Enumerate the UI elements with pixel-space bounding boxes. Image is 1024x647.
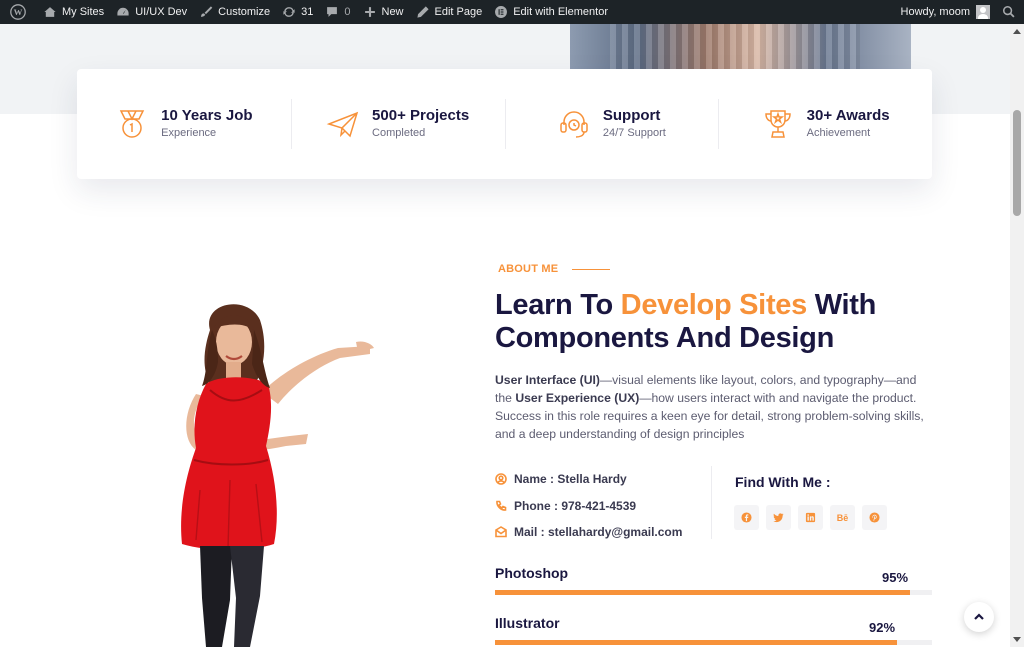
scroll-down-arrow[interactable] xyxy=(1013,637,1021,642)
stats-card: 10 Years Job Experience 500+ Projects Co… xyxy=(77,69,932,179)
ux-term: User Experience (UX) xyxy=(515,391,640,405)
my-sites-label: My Sites xyxy=(62,6,105,18)
skill-progress-track xyxy=(495,640,932,645)
edit-page-label: Edit Page xyxy=(434,6,483,18)
brush-icon xyxy=(201,6,213,17)
scroll-up-arrow[interactable] xyxy=(1013,29,1021,34)
admin-search-button[interactable] xyxy=(996,0,1024,24)
scrollbar-thumb[interactable] xyxy=(1013,110,1021,216)
avatar xyxy=(976,5,990,19)
facebook-icon xyxy=(741,512,752,523)
info-phone: Phone : 978-421-4539 xyxy=(514,498,637,513)
phone-icon xyxy=(496,500,507,511)
skill-progress-fill xyxy=(495,590,911,595)
stat-projects: 500+ Projects Completed xyxy=(290,99,505,149)
about-description: User Interface (UI)—visual elements like… xyxy=(495,371,935,443)
stat-subtitle: 24/7 Support xyxy=(602,127,666,139)
divider xyxy=(711,466,712,539)
stat-title: 500+ Projects xyxy=(372,107,470,124)
wordpress-logo-button[interactable]: W xyxy=(4,0,37,24)
new-content-button[interactable]: New xyxy=(357,0,410,24)
stat-title: Support xyxy=(602,107,661,124)
skill-percent: 92% xyxy=(869,620,896,635)
facebook-button[interactable] xyxy=(734,505,759,530)
site-name-menu[interactable]: UI/UX Dev xyxy=(110,0,193,24)
hero-photo xyxy=(570,24,911,69)
account-menu[interactable]: Howdy, moom xyxy=(895,0,996,24)
heading-part1: Learn To xyxy=(495,289,621,321)
stat-awards: 30+ Awards Achievement xyxy=(718,99,932,149)
customize-label: Customize xyxy=(218,6,271,18)
wordpress-icon: W xyxy=(10,4,26,20)
mail-icon xyxy=(495,526,507,538)
search-icon xyxy=(1002,5,1015,18)
my-sites-menu[interactable]: My Sites xyxy=(37,0,110,24)
info-name-row: Name : Stella Hardy xyxy=(495,466,705,493)
edit-elementor-label: Edit with Elementor xyxy=(513,6,608,18)
contact-info: Name : Stella Hardy Phone : 978-421-4539… xyxy=(495,466,705,546)
stat-subtitle: Experience xyxy=(161,127,217,139)
comment-icon xyxy=(327,7,338,17)
stat-experience: 10 Years Job Experience xyxy=(77,99,291,149)
comments-button[interactable]: 0 xyxy=(319,0,356,24)
linkedin-icon xyxy=(805,512,816,523)
ui-term: User Interface (UI) xyxy=(495,373,600,387)
stat-subtitle: Completed xyxy=(372,127,426,139)
stat-support: Support 24/7 Support xyxy=(504,99,719,149)
edit-elementor-button[interactable]: Edit with Elementor xyxy=(488,0,614,24)
updates-button[interactable]: 31 xyxy=(276,0,319,24)
stat-title: 10 Years Job xyxy=(161,107,253,124)
profile-photo xyxy=(181,304,374,647)
skill-illustrator: Illustrator 92% xyxy=(495,615,932,645)
paper-plane-icon xyxy=(326,107,360,141)
sites-icon xyxy=(44,7,56,17)
skill-photoshop: Photoshop 95% xyxy=(495,565,932,595)
admin-bar: W My Sites UI/UX Dev Customize 31 0 New … xyxy=(0,0,1024,24)
customize-button[interactable]: Customize xyxy=(193,0,276,24)
headset-icon xyxy=(557,107,591,141)
info-phone-row: Phone : 978-421-4539 xyxy=(495,493,705,520)
updates-icon xyxy=(283,7,295,17)
trophy-icon xyxy=(761,107,795,141)
behance-icon: Bē xyxy=(836,512,849,523)
behance-button[interactable]: Bē xyxy=(830,505,855,530)
social-links: Bē xyxy=(734,505,894,530)
heading-accent: Develop Sites xyxy=(620,289,808,321)
about-heading: Learn To Develop Sites With Components A… xyxy=(495,289,935,355)
pencil-icon xyxy=(416,6,429,18)
dashboard-icon xyxy=(117,7,129,16)
skill-progress-fill xyxy=(495,640,898,645)
info-mail-row: Mail : stellahardy@gmail.com xyxy=(495,519,705,546)
twitter-icon xyxy=(773,513,784,523)
plus-icon xyxy=(364,7,375,17)
new-label: New xyxy=(381,6,404,18)
skill-name: Photoshop xyxy=(495,565,569,581)
medal-icon xyxy=(115,107,149,141)
chevron-up-icon xyxy=(974,613,984,620)
about-label: ABOUT ME xyxy=(498,263,610,275)
skill-percent: 95% xyxy=(882,570,909,585)
howdy-label: Howdy, moom xyxy=(900,6,970,18)
find-with-me-title: Find With Me : xyxy=(735,474,831,490)
user-icon xyxy=(495,473,507,486)
skill-progress-track xyxy=(495,590,932,595)
page-scrollbar[interactable] xyxy=(1010,24,1024,647)
comments-count: 0 xyxy=(344,6,351,18)
site-name-label: UI/UX Dev xyxy=(135,6,188,18)
elementor-icon xyxy=(495,6,508,18)
svg-text:W: W xyxy=(14,7,23,17)
linkedin-button[interactable] xyxy=(798,505,823,530)
scroll-to-top-button[interactable] xyxy=(964,602,994,632)
stat-subtitle: Achievement xyxy=(806,127,871,139)
pinterest-icon xyxy=(869,512,880,523)
twitter-button[interactable] xyxy=(766,505,791,530)
stat-title: 30+ Awards xyxy=(806,107,890,124)
skill-name: Illustrator xyxy=(495,615,560,631)
edit-page-button[interactable]: Edit Page xyxy=(410,0,489,24)
info-mail: Mail : stellahardy@gmail.com xyxy=(514,525,683,540)
updates-count: 31 xyxy=(301,6,314,18)
info-name: Name : Stella Hardy xyxy=(514,472,627,487)
pinterest-button[interactable] xyxy=(862,505,887,530)
